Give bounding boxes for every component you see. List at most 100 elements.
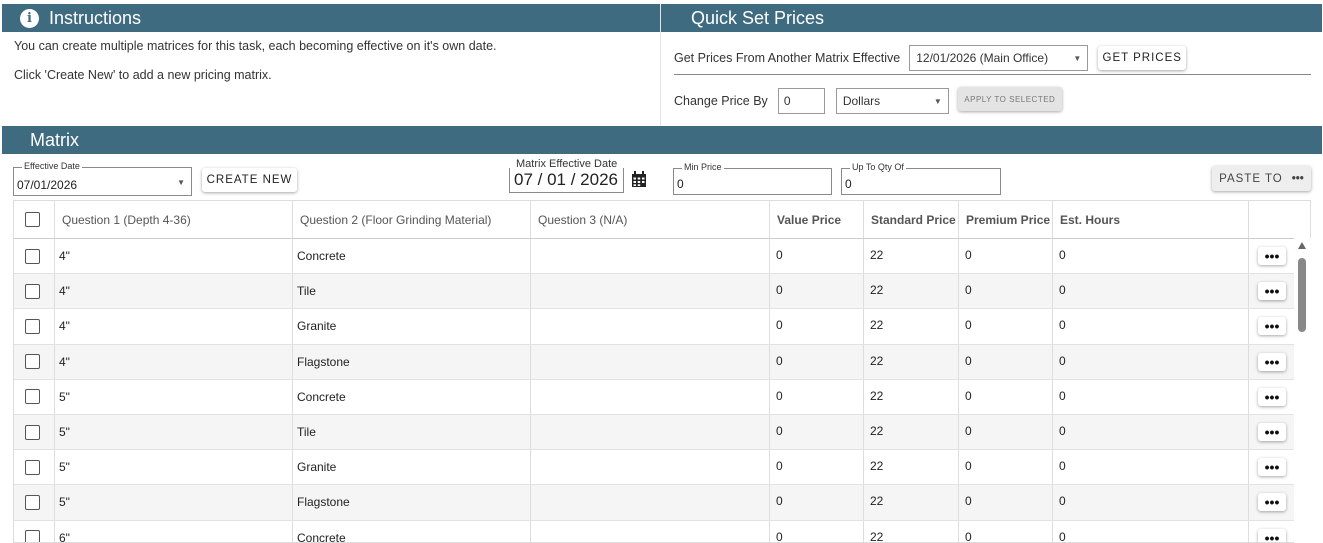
cell-question-2[interactable]: Flagstone bbox=[293, 485, 531, 520]
cell-question-1[interactable]: 5" bbox=[55, 379, 293, 414]
table-row[interactable]: 5" Granite 0 22 0 0 ••• bbox=[14, 450, 1310, 486]
cell-premium-price[interactable]: 0 bbox=[959, 485, 1053, 520]
col-value-price[interactable]: Value Price bbox=[770, 201, 864, 238]
cell-est-hours[interactable]: 0 bbox=[1053, 414, 1249, 450]
get-prices-button[interactable]: GET PRICES bbox=[1098, 46, 1187, 70]
cell-est-hours[interactable]: 0 bbox=[1053, 450, 1249, 485]
cell-value-price[interactable]: 0 bbox=[770, 485, 864, 520]
cell-question-2[interactable]: Tile bbox=[293, 414, 531, 450]
row-more-button[interactable]: ••• bbox=[1258, 247, 1286, 266]
row-checkbox[interactable] bbox=[25, 459, 40, 475]
price-unit-select[interactable]: Dollars ▼ bbox=[835, 88, 949, 114]
cell-value-price[interactable]: 0 bbox=[770, 344, 864, 379]
cell-standard-price[interactable]: 22 bbox=[864, 344, 959, 379]
cell-question-3[interactable] bbox=[531, 450, 770, 485]
cell-value-price[interactable]: 0 bbox=[770, 520, 864, 542]
cell-est-hours[interactable]: 0 bbox=[1053, 520, 1249, 542]
table-row[interactable]: 4" Tile 0 22 0 0 ••• bbox=[14, 274, 1310, 310]
cell-standard-price[interactable]: 22 bbox=[864, 485, 959, 520]
paste-to-button[interactable]: PASTE TO ••• bbox=[1212, 166, 1311, 191]
cell-premium-price[interactable]: 0 bbox=[959, 309, 1053, 344]
row-checkbox[interactable] bbox=[25, 530, 40, 542]
col-standard-price[interactable]: Standard Price bbox=[864, 201, 959, 238]
cell-standard-price[interactable]: 22 bbox=[864, 520, 959, 542]
row-more-button[interactable]: ••• bbox=[1258, 423, 1286, 442]
cell-question-1[interactable]: 6" bbox=[55, 520, 293, 542]
cell-question-3[interactable] bbox=[531, 414, 770, 450]
cell-question-1[interactable]: 5" bbox=[55, 450, 293, 485]
cell-value-price[interactable]: 0 bbox=[770, 239, 864, 274]
cell-value-price[interactable]: 0 bbox=[770, 414, 864, 450]
table-row[interactable]: 5" Tile 0 22 0 0 ••• bbox=[14, 414, 1310, 451]
table-row[interactable]: 4" Granite 0 22 0 0 ••• bbox=[14, 309, 1310, 345]
cell-question-1[interactable]: 4" bbox=[55, 344, 293, 379]
col-premium-price[interactable]: Premium Price bbox=[959, 201, 1053, 238]
cell-est-hours[interactable]: 0 bbox=[1053, 274, 1249, 309]
cell-question-1[interactable]: 5" bbox=[55, 414, 293, 450]
col-question-3[interactable]: Question 3 (N/A) bbox=[531, 201, 770, 238]
cell-question-1[interactable]: 4" bbox=[55, 274, 293, 309]
cell-standard-price[interactable]: 22 bbox=[864, 309, 959, 344]
cell-premium-price[interactable]: 0 bbox=[959, 414, 1053, 450]
cell-question-3[interactable] bbox=[531, 485, 770, 520]
cell-question-1[interactable]: 5" bbox=[55, 485, 293, 520]
cell-value-price[interactable]: 0 bbox=[770, 309, 864, 344]
min-price-input[interactable]: Min Price 0 bbox=[673, 162, 832, 195]
matrix-effective-select[interactable]: 12/01/2026 (Main Office) ▼ bbox=[909, 45, 1089, 71]
cell-question-2[interactable]: Granite bbox=[293, 450, 531, 485]
select-all-checkbox[interactable] bbox=[25, 212, 40, 227]
cell-question-3[interactable] bbox=[531, 379, 770, 414]
col-est-hours[interactable]: Est. Hours bbox=[1053, 201, 1249, 238]
cell-premium-price[interactable]: 0 bbox=[959, 450, 1053, 485]
apply-to-selected-button[interactable]: APPLY TO SELECTED bbox=[957, 87, 1062, 111]
up-to-qty-input[interactable]: Up To Qty Of 0 bbox=[841, 162, 1001, 195]
row-checkbox[interactable] bbox=[25, 494, 40, 510]
matrix-effective-date-input[interactable]: 07 / 01 / 2026 bbox=[509, 168, 624, 193]
cell-standard-price[interactable]: 22 bbox=[864, 274, 959, 309]
row-checkbox[interactable] bbox=[25, 354, 40, 370]
row-checkbox[interactable] bbox=[25, 318, 40, 334]
cell-standard-price[interactable]: 22 bbox=[864, 450, 959, 485]
cell-value-price[interactable]: 0 bbox=[770, 450, 864, 485]
effective-date-select[interactable]: Effective Date 07/01/2026 ▼ bbox=[13, 161, 192, 196]
row-more-button[interactable]: ••• bbox=[1258, 493, 1286, 512]
scroll-up-icon[interactable] bbox=[1298, 242, 1306, 249]
cell-premium-price[interactable]: 0 bbox=[959, 520, 1053, 542]
cell-question-2[interactable]: Flagstone bbox=[293, 344, 531, 379]
table-row[interactable]: 5" Concrete 0 22 0 0 ••• bbox=[14, 379, 1310, 415]
cell-question-3[interactable] bbox=[531, 344, 770, 379]
row-checkbox[interactable] bbox=[25, 389, 40, 405]
cell-premium-price[interactable]: 0 bbox=[959, 379, 1053, 414]
cell-est-hours[interactable]: 0 bbox=[1053, 239, 1249, 274]
cell-standard-price[interactable]: 22 bbox=[864, 239, 959, 274]
cell-premium-price[interactable]: 0 bbox=[959, 344, 1053, 379]
cell-standard-price[interactable]: 22 bbox=[864, 379, 959, 414]
cell-question-1[interactable]: 4" bbox=[55, 239, 293, 274]
row-more-button[interactable]: ••• bbox=[1258, 528, 1286, 542]
cell-question-3[interactable] bbox=[531, 239, 770, 274]
change-price-input[interactable]: 0 bbox=[777, 88, 825, 114]
calendar-icon[interactable] bbox=[631, 171, 647, 188]
cell-est-hours[interactable]: 0 bbox=[1053, 379, 1249, 414]
row-more-button[interactable]: ••• bbox=[1258, 352, 1286, 371]
scroll-thumb[interactable] bbox=[1298, 258, 1306, 332]
cell-est-hours[interactable]: 0 bbox=[1053, 309, 1249, 344]
cell-question-1[interactable]: 4" bbox=[55, 309, 293, 344]
create-new-button[interactable]: CREATE NEW bbox=[202, 168, 297, 192]
table-row[interactable]: 5" Flagstone 0 22 0 0 ••• bbox=[14, 485, 1310, 521]
cell-question-2[interactable]: Concrete bbox=[293, 239, 531, 274]
cell-est-hours[interactable]: 0 bbox=[1053, 344, 1249, 379]
row-more-button[interactable]: ••• bbox=[1258, 317, 1286, 336]
cell-premium-price[interactable]: 0 bbox=[959, 239, 1053, 274]
row-more-button[interactable]: ••• bbox=[1258, 458, 1286, 477]
table-row[interactable]: 4" Concrete 0 22 0 0 ••• bbox=[14, 239, 1310, 275]
row-checkbox[interactable] bbox=[25, 283, 40, 299]
cell-question-2[interactable]: Tile bbox=[293, 274, 531, 309]
table-row[interactable]: 4" Flagstone 0 22 0 0 ••• bbox=[14, 344, 1310, 380]
cell-question-3[interactable] bbox=[531, 274, 770, 309]
table-row[interactable]: 6" Concrete 0 22 0 0 ••• bbox=[14, 520, 1310, 542]
cell-standard-price[interactable]: 22 bbox=[864, 414, 959, 450]
cell-est-hours[interactable]: 0 bbox=[1053, 485, 1249, 520]
col-question-2[interactable]: Question 2 (Floor Grinding Material) bbox=[293, 201, 531, 238]
cell-value-price[interactable]: 0 bbox=[770, 379, 864, 414]
